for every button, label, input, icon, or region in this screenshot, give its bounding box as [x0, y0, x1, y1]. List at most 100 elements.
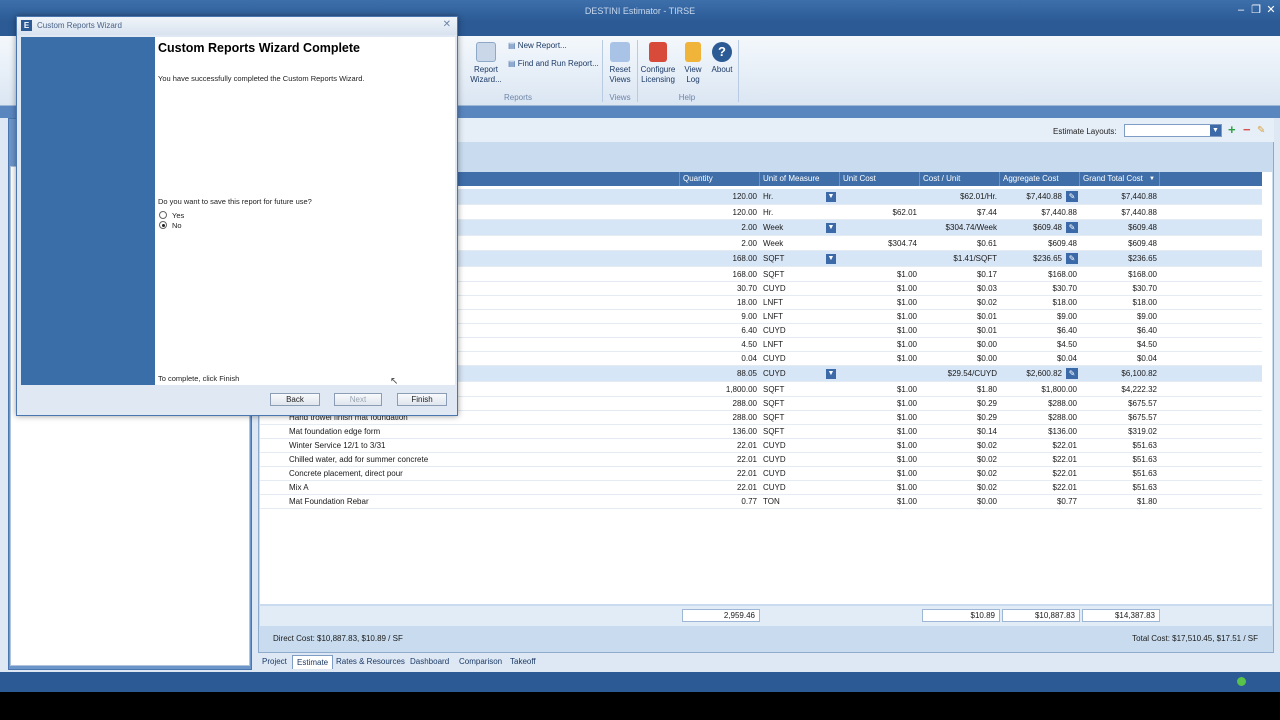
tab-rates-resources[interactable]: Rates & Resources	[332, 655, 409, 669]
chevron-down-icon[interactable]: ▼	[1210, 125, 1221, 136]
table-row[interactable]: Winter Service 12/1 to 3/31 22.01 CUYD $1.0…	[260, 439, 1262, 453]
edit-cost-icon[interactable]: ✎	[1066, 253, 1078, 264]
estimate-layouts-select[interactable]: ▼	[1124, 124, 1222, 137]
cell-uom: CUYD	[763, 455, 786, 464]
cell-grand-total: $319.02	[1128, 427, 1157, 436]
cell-description: Concrete placement, direct pour	[289, 469, 403, 478]
bottom-tabs: Project Estimate Rates & Resources Dashb…	[258, 655, 1274, 669]
cell-quantity: 288.00	[732, 413, 757, 422]
cell-grand-total: $51.63	[1132, 469, 1157, 478]
cell-cost-per-unit: $0.00	[976, 354, 997, 363]
maximize-icon[interactable]: ❐	[1249, 3, 1263, 17]
cell-aggregate-cost: $288.00	[1048, 399, 1077, 408]
dialog-title: Custom Reports Wizard	[37, 21, 122, 30]
estimate-layouts-label: Estimate Layouts:	[1053, 127, 1117, 136]
uom-dropdown-icon[interactable]: ▼	[826, 369, 836, 379]
save-yes-label[interactable]: Yes	[172, 211, 184, 220]
cell-aggregate-cost: $4.50	[1056, 340, 1077, 349]
cell-quantity: 2.00	[741, 223, 757, 232]
cell-cost-per-unit: $0.02	[976, 298, 997, 307]
table-row[interactable]: Chilled water, add for summer concrete 22…	[260, 453, 1262, 467]
cell-unit-cost	[840, 366, 920, 381]
cell-uom: CUYD	[763, 441, 786, 450]
report-wizard-button[interactable]: Report Wizard...	[466, 42, 506, 85]
minimize-icon[interactable]: –	[1234, 3, 1248, 17]
cell-description: Chilled water, add for summer concrete	[289, 455, 429, 464]
cell-aggregate-cost: $7,440.88	[1041, 208, 1077, 217]
cell-cost-per-unit: $304.74/Week	[945, 223, 997, 232]
column-header-grand-total[interactable]: Grand Total Cost ▼	[1080, 172, 1160, 186]
cell-unit-cost: $1.00	[896, 340, 917, 349]
column-header-uom[interactable]: Unit of Measure	[760, 172, 840, 186]
cell-aggregate-cost: $0.77	[1056, 497, 1077, 506]
table-row[interactable]: Concrete placement, direct pour 22.01 CUYD…	[260, 467, 1262, 481]
cell-unit-cost: $1.00	[896, 441, 917, 450]
tab-project[interactable]: Project	[258, 655, 291, 669]
column-header-unit-cost[interactable]: Unit Cost	[840, 172, 920, 186]
cell-grand-total: $236.65	[1128, 254, 1157, 263]
next-button[interactable]: Next	[334, 393, 382, 406]
tab-takeoff[interactable]: Takeoff	[506, 655, 540, 669]
cell-aggregate-cost: $22.01	[1052, 441, 1077, 450]
tab-comparison[interactable]: Comparison	[455, 655, 506, 669]
remove-icon[interactable]: −	[1243, 123, 1251, 137]
about-button[interactable]: ? About	[708, 42, 736, 75]
reset-views-button[interactable]: Reset Views	[604, 42, 636, 85]
cell-aggregate-cost: $22.01	[1052, 469, 1077, 478]
cell-grand-total: $51.63	[1132, 455, 1157, 464]
save-no-radio[interactable]	[159, 221, 167, 229]
cell-grand-total: $30.70	[1132, 284, 1157, 293]
finish-button[interactable]: Finish	[397, 393, 447, 406]
back-button[interactable]: Back	[270, 393, 320, 406]
new-report-button[interactable]: ▤ New Report...	[508, 41, 567, 50]
cell-grand-total: $9.00	[1136, 312, 1157, 321]
cell-quantity: 22.01	[736, 469, 757, 478]
edit-cost-icon[interactable]: ✎	[1066, 222, 1078, 233]
edit-cost-icon[interactable]: ✎	[1066, 368, 1078, 379]
table-row[interactable]: Mat Foundation Rebar 0.77 TON $1.00 $0.00 $0.…	[260, 495, 1262, 509]
cell-quantity: 168.00	[732, 254, 757, 263]
cell-grand-total: $51.63	[1132, 483, 1157, 492]
tab-estimate[interactable]: Estimate	[292, 655, 334, 669]
cell-grand-total: $4.50	[1136, 340, 1157, 349]
cell-uom: SQFT	[763, 399, 785, 408]
cell-grand-total: $7,440.88	[1121, 208, 1157, 217]
tab-dashboard[interactable]: Dashboard	[406, 655, 453, 669]
column-header-quantity[interactable]: Quantity	[680, 172, 760, 186]
dialog-titlebar[interactable]: Custom Reports Wizard	[17, 17, 457, 35]
dialog-close-icon[interactable]: ✕	[443, 19, 451, 30]
cell-aggregate-cost: $22.01	[1052, 483, 1077, 492]
grid-totals-row: 2,959.46 $10.89 $10,887.83 $14,387.83	[260, 606, 1272, 626]
total-cost-per-unit: $10.89	[922, 609, 1000, 622]
cell-quantity: 18.00	[736, 298, 757, 307]
cell-aggregate-cost: $6.40	[1056, 326, 1077, 335]
uom-dropdown-icon[interactable]: ▼	[826, 223, 836, 233]
configure-licensing-button[interactable]: Configure Licensing	[638, 42, 678, 85]
cell-grand-total: $0.04	[1136, 354, 1157, 363]
table-row[interactable]: Mat foundation edge form 136.00 SQFT $1.00 $…	[260, 425, 1262, 439]
warning-icon	[685, 42, 701, 62]
cell-unit-cost: $1.00	[896, 385, 917, 394]
uom-dropdown-icon[interactable]: ▼	[826, 254, 836, 264]
cell-cost-per-unit: $29.54/CUYD	[947, 369, 997, 378]
add-icon[interactable]: +	[1228, 123, 1236, 137]
column-header-cost-per-unit[interactable]: Cost / Unit	[920, 172, 1000, 186]
cell-cost-per-unit: $62.01/Hr.	[960, 192, 997, 201]
cell-uom: CUYD	[763, 354, 786, 363]
find-and-run-button[interactable]: ▤ Find and Run Report...	[508, 59, 599, 68]
cell-quantity: 88.05	[736, 369, 757, 378]
cell-grand-total: $18.00	[1132, 298, 1157, 307]
table-row[interactable]: Mix A 22.01 CUYD $1.00 $0.02 $22.01 $51.63	[260, 481, 1262, 495]
wizard-heading: Custom Reports Wizard Complete	[158, 41, 360, 55]
cell-cost-per-unit: $0.02	[976, 469, 997, 478]
cell-grand-total: $675.57	[1128, 413, 1157, 422]
edit-icon[interactable]: ✎	[1257, 124, 1265, 138]
cell-aggregate-cost: $9.00	[1056, 312, 1077, 321]
edit-cost-icon[interactable]: ✎	[1066, 191, 1078, 202]
view-log-button[interactable]: View Log	[680, 42, 706, 85]
close-icon[interactable]: ✕	[1264, 3, 1278, 17]
column-header-aggregate-cost[interactable]: Aggregate Cost	[1000, 172, 1080, 186]
save-yes-radio[interactable]	[159, 211, 167, 219]
save-no-label[interactable]: No	[172, 221, 182, 230]
uom-dropdown-icon[interactable]: ▼	[826, 192, 836, 202]
